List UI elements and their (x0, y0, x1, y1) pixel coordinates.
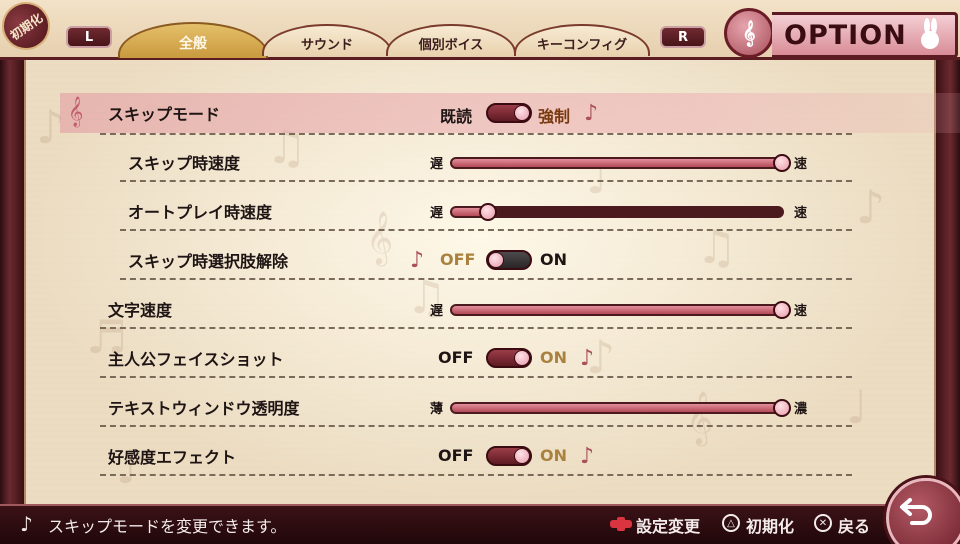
toggle-knob[interactable] (514, 448, 530, 464)
back-hint: 戻る (838, 517, 871, 536)
text-speed-label: 文字速度 (108, 301, 173, 320)
slider-knob[interactable] (773, 301, 791, 319)
slider-max-label: 速 (794, 157, 808, 172)
slider-fill (452, 159, 782, 167)
help-text: スキップモードを変更できます。 (48, 517, 287, 536)
skip-mode-label: スキップモード (108, 105, 221, 124)
dpad-icon (610, 517, 632, 531)
window-opacity-label: テキストウィンドウ透明度 (108, 399, 300, 418)
treble-clef-icon: 𝄞 (68, 97, 84, 127)
page-title-text: OPTION (784, 19, 907, 51)
note-icon: ♪ (20, 512, 33, 536)
slider-min-label: 遅 (430, 304, 444, 319)
auto-speed-slider[interactable]: 遅 速 (430, 202, 810, 222)
note-icon: ♪ (584, 101, 599, 126)
skip-speed-slider[interactable]: 遅 速 (430, 153, 810, 173)
note-icon: ♪ (410, 248, 425, 273)
skip-choice-on-label: ON (540, 250, 567, 269)
setting-row-skip-choice[interactable]: スキップ時選択肢解除 ♪ OFF ON (120, 240, 852, 280)
skip-choice-label: スキップ時選択肢解除 (128, 252, 289, 271)
toggle-knob[interactable] (514, 105, 530, 121)
slider-max-label: 速 (794, 206, 808, 221)
face-shot-toggle[interactable] (486, 348, 532, 368)
option-screen: 初期化 L 全般 サウンド 個別ボイス キーコンフィグ R 𝄞 OPTION ♪… (0, 0, 960, 544)
setting-row-skip-mode[interactable]: 𝄞 スキップモード 既読 強制 ♪ (60, 93, 960, 135)
setting-row-auto-speed[interactable]: オートプレイ時速度 遅 速 (120, 191, 852, 231)
slider-knob[interactable] (479, 203, 497, 221)
r-shoulder-button[interactable]: R (660, 26, 706, 48)
skip-mode-toggle[interactable] (486, 103, 532, 123)
affinity-effect-label: 好感度エフェクト (108, 448, 237, 467)
slider-fill (452, 404, 782, 412)
affinity-effect-off-label: OFF (438, 446, 474, 465)
triangle-button-icon: △ (722, 514, 740, 532)
toggle-knob[interactable] (488, 252, 504, 268)
slider-max-label: 濃 (794, 402, 808, 417)
note-icon: ♪ (580, 444, 595, 469)
slider-fill (452, 306, 782, 314)
option-emblem-icon: 𝄞 (724, 8, 774, 58)
slider-min-label: 薄 (430, 402, 444, 417)
toggle-knob[interactable] (514, 350, 530, 366)
affinity-effect-toggle[interactable] (486, 446, 532, 466)
change-setting-hint: 設定変更 (636, 517, 701, 536)
return-arrow-icon (900, 498, 932, 525)
slider-min-label: 遅 (430, 206, 444, 221)
text-speed-slider[interactable]: 遅 速 (430, 300, 810, 320)
face-shot-on-label: ON (540, 348, 567, 367)
setting-row-text-speed[interactable]: 文字速度 遅 速 (100, 289, 852, 329)
setting-row-window-opacity[interactable]: テキストウィンドウ透明度 薄 濃 (100, 387, 852, 427)
rabbit-icon (921, 18, 939, 49)
face-shot-label: 主人公フェイスショット (108, 350, 284, 369)
slider-min-label: 遅 (430, 157, 444, 172)
bg-note-icon: ♪ (856, 180, 886, 234)
cross-button-icon: ✕ (814, 514, 832, 532)
affinity-effect-toggle-group[interactable]: OFF ON ♪ (438, 444, 628, 469)
skip-choice-toggle[interactable] (486, 250, 532, 270)
skip-choice-toggle-group[interactable]: ♪ OFF ON (410, 248, 600, 273)
slider-max-label: 速 (794, 304, 808, 319)
skip-choice-off-label: OFF (440, 250, 476, 269)
face-shot-toggle-group[interactable]: OFF ON ♪ (438, 346, 628, 371)
skip-speed-label: スキップ時速度 (128, 154, 241, 173)
affinity-effect-on-label: ON (540, 446, 567, 465)
setting-row-face-shot[interactable]: 主人公フェイスショット OFF ON ♪ (100, 338, 852, 378)
reset-hint: 初期化 (746, 517, 795, 536)
slider-track[interactable] (450, 154, 791, 172)
slider-track[interactable] (450, 301, 791, 319)
slider-knob[interactable] (773, 399, 791, 417)
l-shoulder-button[interactable]: L (66, 26, 112, 48)
slider-knob[interactable] (773, 154, 791, 172)
skip-mode-toggle-group[interactable]: 既読 強制 ♪ (440, 101, 620, 126)
auto-speed-label: オートプレイ時速度 (128, 203, 273, 222)
skip-mode-read-label: 既読 (440, 107, 473, 126)
left-frame (0, 60, 24, 504)
slider-track[interactable] (450, 399, 791, 417)
face-shot-off-label: OFF (438, 348, 474, 367)
window-opacity-slider[interactable]: 薄 濃 (430, 398, 810, 418)
setting-row-skip-speed[interactable]: スキップ時速度 遅 速 (120, 142, 852, 182)
skip-mode-force-label: 強制 (538, 107, 571, 126)
slider-track[interactable] (450, 203, 784, 221)
note-icon: ♪ (580, 346, 595, 371)
setting-row-affinity-effect[interactable]: 好感度エフェクト OFF ON ♪ (100, 436, 852, 476)
